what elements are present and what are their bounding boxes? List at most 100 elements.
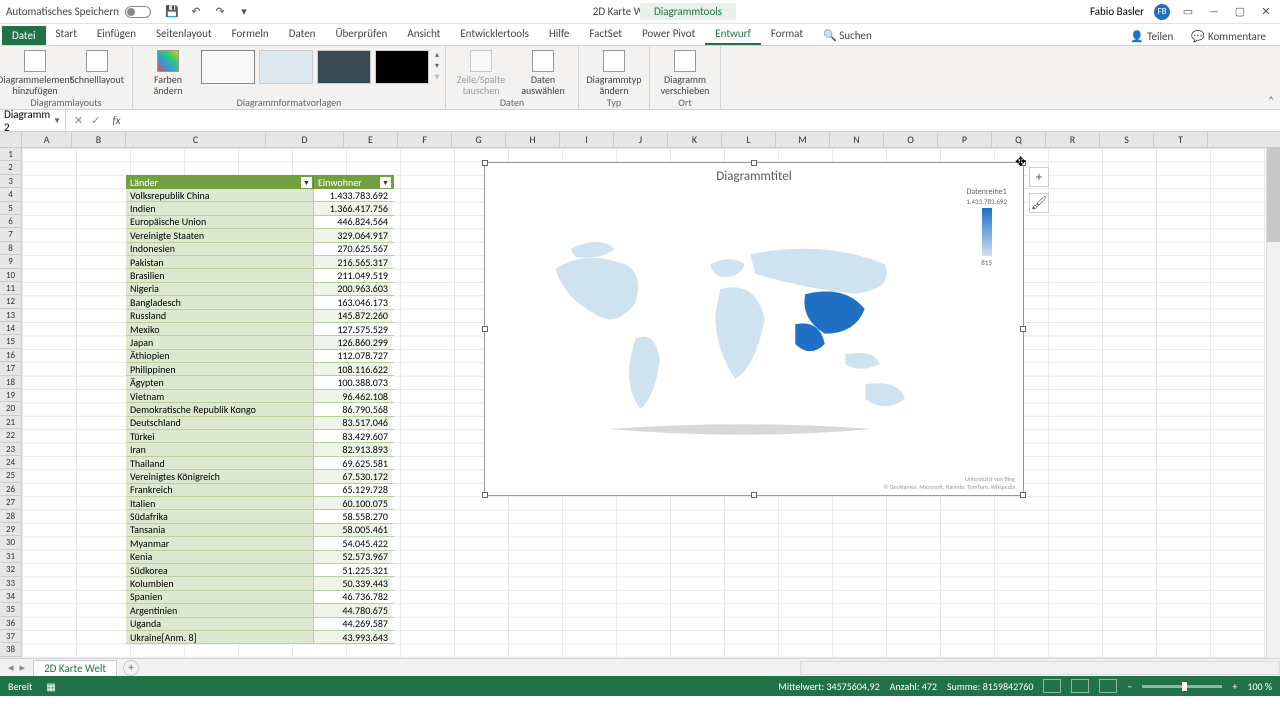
cell-country[interactable]: Indonesien — [126, 243, 314, 255]
row-header[interactable]: 21 — [0, 416, 22, 429]
table-row[interactable]: Spanien46.736.782 — [126, 591, 394, 604]
cell-population[interactable]: 1.366.417.756 — [314, 202, 392, 214]
close-icon[interactable]: ✕ — [1258, 4, 1274, 20]
cell-country[interactable]: Kolumbien — [126, 577, 314, 589]
cell-population[interactable]: 58.558.270 — [314, 510, 392, 522]
tab-entwicklertools[interactable]: Entwicklertools — [450, 24, 539, 45]
column-header[interactable]: P — [938, 132, 992, 147]
table-row[interactable]: Vereinigtes Königreich67.530.172 — [126, 470, 394, 483]
cell-country[interactable]: Kenia — [126, 551, 314, 563]
cancel-formula-icon[interactable]: ✕ — [74, 114, 83, 127]
resize-handle[interactable] — [482, 160, 488, 166]
user-avatar-icon[interactable]: FB — [1154, 4, 1170, 20]
table-row[interactable]: Myanmar54.045.422 — [126, 537, 394, 550]
change-colors-button[interactable]: Farben ändern — [139, 50, 197, 96]
zoom-in-icon[interactable]: + — [1232, 680, 1237, 693]
vertical-scrollbar[interactable] — [1266, 148, 1280, 658]
row-header[interactable]: 34 — [0, 590, 22, 603]
table-row[interactable]: Uganda44.269.587 — [126, 618, 394, 631]
row-header[interactable]: 32 — [0, 563, 22, 576]
zoom-out-icon[interactable]: − — [1127, 680, 1132, 693]
move-chart-button[interactable]: Diagramm verschieben — [656, 50, 714, 96]
row-header[interactable]: 22 — [0, 429, 22, 442]
cell-country[interactable]: Japan — [126, 336, 314, 348]
cell-country[interactable]: Spanien — [126, 591, 314, 603]
row-header[interactable]: 28 — [0, 510, 22, 523]
chart-style-3[interactable] — [317, 50, 371, 84]
tab-ansicht[interactable]: Ansicht — [397, 24, 450, 45]
table-row[interactable]: Südkorea51.225.321 — [126, 564, 394, 577]
resize-handle[interactable] — [751, 492, 757, 498]
scrollbar-thumb[interactable] — [1267, 148, 1280, 242]
table-header-population[interactable]: Einwohner▼ — [314, 175, 392, 189]
chart-style-4[interactable] — [375, 50, 429, 84]
cell-population[interactable]: 50.339.443 — [314, 577, 392, 589]
row-header[interactable]: 23 — [0, 443, 22, 456]
chart-styles-button[interactable]: 🖌 — [1029, 193, 1049, 213]
zoom-slider[interactable] — [1142, 685, 1222, 688]
resize-handle[interactable] — [1020, 326, 1026, 332]
row-header[interactable]: 15 — [0, 335, 22, 348]
column-header[interactable]: K — [668, 132, 722, 147]
cell-population[interactable]: 58.005.461 — [314, 524, 392, 536]
row-header[interactable]: 13 — [0, 309, 22, 322]
comments-button[interactable]: 💬Kommentare — [1185, 28, 1272, 45]
cell-country[interactable]: Mexiko — [126, 323, 314, 335]
table-row[interactable]: Ukraine[Anm. 8]43.993.643 — [126, 631, 394, 644]
chart-elements-button[interactable]: + — [1029, 167, 1049, 187]
table-row[interactable]: Europäische Union446.824.564 — [126, 216, 394, 229]
table-row[interactable]: Ägypten100.388.073 — [126, 376, 394, 389]
cell-country[interactable]: Äthiopien — [126, 350, 314, 362]
row-header[interactable]: 3 — [0, 175, 22, 188]
style-gallery-more-icon[interactable]: ▿ — [435, 72, 439, 82]
table-row[interactable]: Brasilien211.049.519 — [126, 269, 394, 282]
table-row[interactable]: Argentinien44.780.675 — [126, 604, 394, 617]
column-header[interactable]: Q — [992, 132, 1046, 147]
cell-country[interactable]: Ukraine[Anm. 8] — [126, 631, 314, 643]
collapse-ribbon-icon[interactable]: ˄ — [1268, 94, 1274, 107]
add-chart-element-button[interactable]: Diagrammelement hinzufügen — [6, 50, 64, 96]
column-header[interactable]: J — [614, 132, 668, 147]
row-header[interactable]: 1 — [0, 148, 22, 161]
cell-population[interactable]: 86.790.568 — [314, 403, 392, 415]
cell-country[interactable]: Myanmar — [126, 537, 314, 549]
view-page-break-icon[interactable] — [1099, 679, 1117, 693]
autosave-toggle[interactable]: Automatisches Speichern — [6, 5, 151, 18]
cell-country[interactable]: Europäische Union — [126, 216, 314, 228]
table-row[interactable]: Japan126.860.299 — [126, 336, 394, 349]
row-header[interactable]: 8 — [0, 242, 22, 255]
cell-population[interactable]: 67.530.172 — [314, 470, 392, 482]
column-header[interactable]: A — [22, 132, 72, 147]
cell-population[interactable]: 96.462.108 — [314, 390, 392, 402]
cell-population[interactable]: 83.429.607 — [314, 430, 392, 442]
select-data-button[interactable]: Daten auswählen — [514, 50, 572, 96]
cell-population[interactable]: 44.269.587 — [314, 618, 392, 630]
cell-population[interactable]: 100.388.073 — [314, 376, 392, 388]
view-page-layout-icon[interactable] — [1071, 679, 1089, 693]
namebox-dropdown-icon[interactable]: ▼ — [53, 116, 61, 126]
cell-country[interactable]: Philippinen — [126, 363, 314, 375]
column-header[interactable]: C — [126, 132, 266, 147]
tab-seitenlayout[interactable]: Seitenlayout — [146, 24, 222, 45]
row-header[interactable]: 11 — [0, 282, 22, 295]
column-header[interactable]: O — [884, 132, 938, 147]
change-chart-type-button[interactable]: Diagrammtyp ändern — [585, 50, 643, 96]
cell-population[interactable]: 52.573.967 — [314, 551, 392, 563]
row-header[interactable]: 19 — [0, 389, 22, 402]
cell-population[interactable]: 112.078.727 — [314, 350, 392, 362]
table-row[interactable]: Vietnam96.462.108 — [126, 390, 394, 403]
row-header[interactable]: 37 — [0, 630, 22, 643]
horizontal-scrollbar[interactable] — [800, 661, 1280, 675]
accept-formula-icon[interactable]: ✓ — [91, 114, 100, 127]
table-row[interactable]: Südafrika58.558.270 — [126, 510, 394, 523]
cell-country[interactable]: Ägypten — [126, 376, 314, 388]
resize-handle[interactable] — [751, 160, 757, 166]
tab-hilfe[interactable]: Hilfe — [539, 24, 579, 45]
cell-population[interactable]: 69.625.581 — [314, 457, 392, 469]
cell-country[interactable]: Brasilien — [126, 269, 314, 281]
cell-population[interactable]: 60.100.075 — [314, 497, 392, 509]
column-header[interactable]: H — [506, 132, 560, 147]
tab-daten[interactable]: Daten — [279, 24, 326, 45]
column-header[interactable]: M — [776, 132, 830, 147]
tab-format[interactable]: Format — [761, 24, 813, 45]
